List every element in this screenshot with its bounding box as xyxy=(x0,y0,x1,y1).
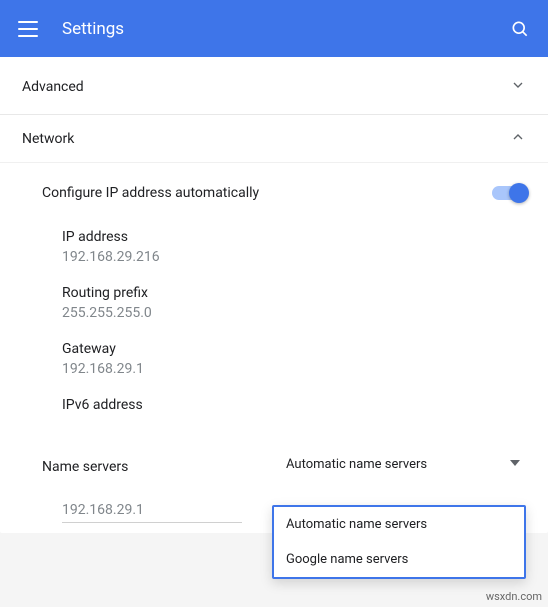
section-network-label: Network xyxy=(22,131,74,147)
section-advanced-label: Advanced xyxy=(22,79,84,95)
name-servers-selected: Automatic name servers xyxy=(286,457,427,472)
name-servers-menu: Automatic name servers Google name serve… xyxy=(272,505,526,579)
name-server-input[interactable] xyxy=(62,498,242,523)
auto-ip-toggle[interactable] xyxy=(492,186,526,200)
watermark: wsxdn.com xyxy=(486,590,542,603)
name-servers-row: Name servers Automatic name servers xyxy=(22,427,526,484)
ip-label: IP address xyxy=(62,229,526,245)
dropdown-icon xyxy=(510,457,520,472)
ns-option-google[interactable]: Google name servers xyxy=(274,542,524,577)
chevron-down-icon xyxy=(510,77,526,97)
ipv6-label: IPv6 address xyxy=(62,397,526,413)
prefix-field: Routing prefix 255.255.255.0 xyxy=(22,275,526,331)
chevron-up-icon xyxy=(510,129,526,149)
gateway-label: Gateway xyxy=(62,341,526,357)
prefix-value: 255.255.255.0 xyxy=(62,305,526,321)
section-network[interactable]: Network xyxy=(0,115,548,163)
auto-ip-row: Configure IP address automatically xyxy=(22,163,526,219)
name-servers-select[interactable]: Automatic name servers xyxy=(278,457,526,476)
ip-field: IP address 192.168.29.216 xyxy=(22,219,526,275)
app-bar: Settings xyxy=(0,0,548,57)
name-servers-label: Name servers xyxy=(42,459,128,475)
app-title: Settings xyxy=(62,19,508,39)
section-advanced[interactable]: Advanced xyxy=(0,59,548,115)
auto-ip-label: Configure IP address automatically xyxy=(42,185,259,201)
prefix-label: Routing prefix xyxy=(62,285,526,301)
menu-icon[interactable] xyxy=(16,17,40,41)
search-icon[interactable] xyxy=(508,17,532,41)
ipv6-field: IPv6 address xyxy=(22,387,526,427)
ns-option-automatic[interactable]: Automatic name servers xyxy=(274,507,524,542)
ip-value: 192.168.29.216 xyxy=(62,249,526,265)
gateway-field: Gateway 192.168.29.1 xyxy=(22,331,526,387)
network-content: Configure IP address automatically IP ad… xyxy=(0,163,548,533)
gateway-value: 192.168.29.1 xyxy=(62,361,526,377)
